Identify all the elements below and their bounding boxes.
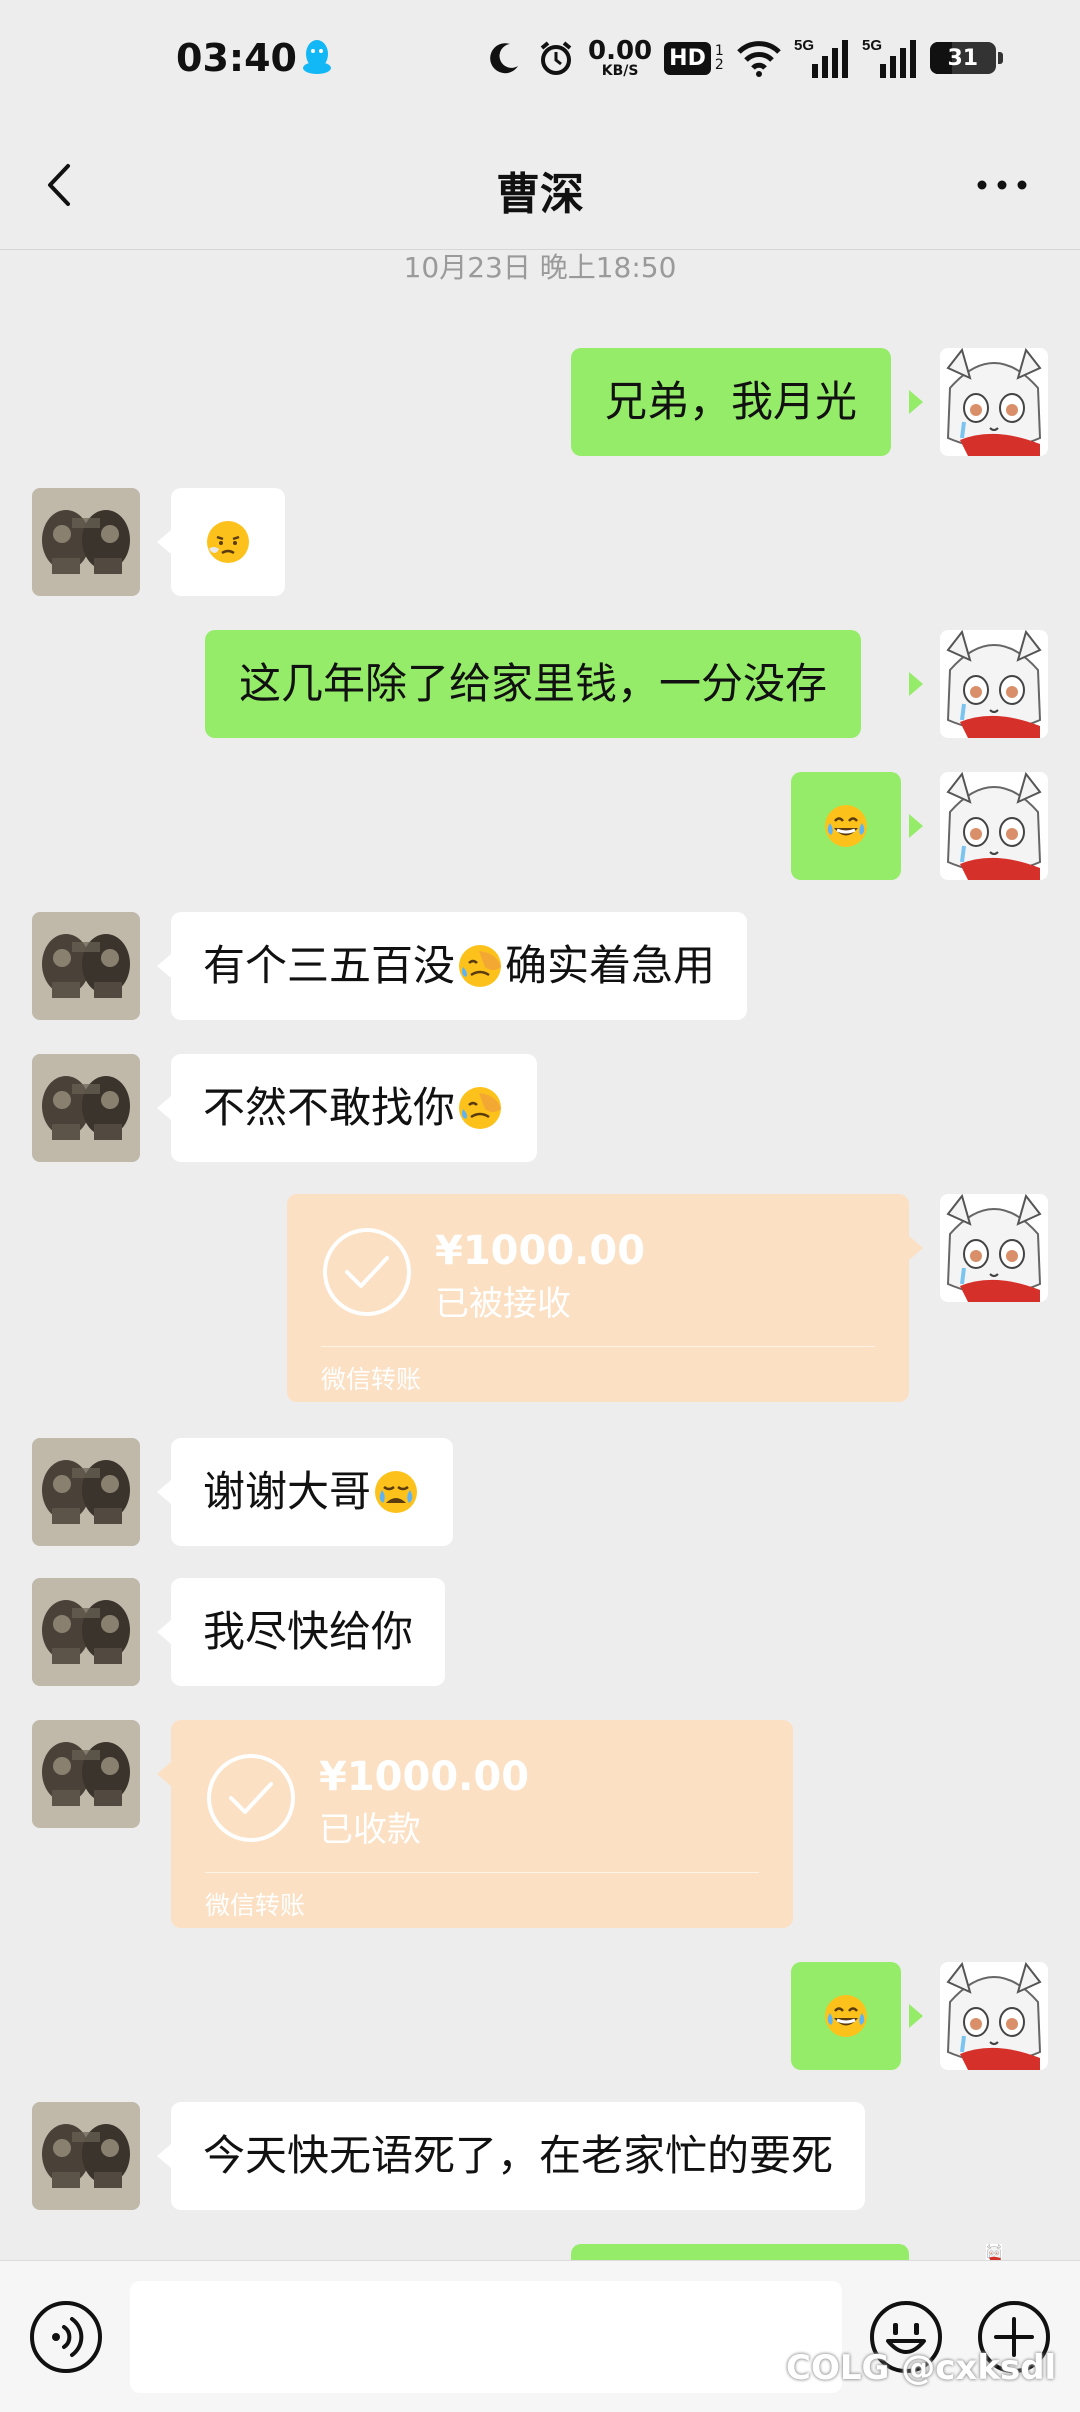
facepalm-emoji-icon: [457, 1085, 503, 1131]
contact-avatar[interactable]: [32, 1054, 140, 1162]
sad-face-emoji-icon: [205, 519, 251, 565]
network-speed-value: 0.00: [588, 36, 653, 66]
message-bubble-sent-partial[interactable]: [571, 2244, 909, 2260]
wechat-transfer-card-sent[interactable]: ¥1000.00 已被接收 微信转账: [287, 1194, 909, 1402]
tears-of-joy-emoji-icon: [823, 803, 869, 849]
qq-notification-icon: [303, 40, 331, 74]
message-bubble-sent[interactable]: 这几年除了给家里钱，一分没存: [205, 630, 862, 738]
message-timestamp: 10月23日 晚上18:50: [403, 251, 677, 284]
status-time: 03:40: [176, 36, 297, 80]
wifi-icon: [736, 41, 781, 77]
chat-title: 曹深: [496, 169, 584, 220]
transfer-label: 微信转账: [205, 1891, 306, 1920]
contact-avatar[interactable]: [32, 1578, 140, 1686]
network-speed: 0.00 KB/S: [588, 38, 652, 78]
transfer-check-icon: [323, 1228, 411, 1316]
contact-avatar[interactable]: [32, 1720, 140, 1828]
tears-of-joy-emoji-icon: [823, 1993, 869, 2039]
message-text: 确实着急用: [505, 941, 716, 990]
signal-5g-1-icon: 5G: [794, 37, 848, 78]
message-input[interactable]: [130, 2281, 842, 2393]
my-avatar[interactable]: [940, 348, 1048, 456]
hd-voice-badge: HD: [664, 41, 711, 75]
battery-level: 31: [947, 45, 979, 71]
message-bubble-received[interactable]: 有个三五百没 确实着急用: [171, 912, 748, 1020]
watermark-text: COLG @cxksdl: [786, 2348, 1057, 2388]
contact-avatar[interactable]: [32, 2102, 140, 2210]
message-bubble-received[interactable]: 我尽快给你: [171, 1578, 446, 1686]
transfer-label: 微信转账: [321, 1365, 422, 1394]
contact-avatar[interactable]: [32, 488, 140, 596]
wechat-transfer-card-received[interactable]: ¥1000.00 已收款 微信转账: [171, 1720, 793, 1928]
transfer-check-icon: [207, 1754, 295, 1842]
message-text: 兄弟，我月光: [605, 377, 858, 426]
svg-text:5G: 5G: [794, 37, 814, 54]
network-speed-unit: KB/S: [601, 63, 639, 79]
status-bar: 03:40 0.00 KB/S HD 1 2 5G 5G 31: [0, 0, 1080, 120]
message-bubble-sent[interactable]: [791, 772, 901, 880]
contact-avatar[interactable]: [32, 912, 140, 1020]
battery-icon: 31: [929, 42, 1003, 74]
chat-input-bar: [0, 2260, 1080, 2412]
message-bubble-received[interactable]: 谢谢大哥: [171, 1438, 454, 1546]
message-text: 今天快无语死了，在老家忙的要死: [203, 2131, 834, 2180]
message-text: 不然不敢找你: [203, 1083, 456, 1132]
do-not-disturb-moon-icon: [490, 43, 518, 74]
more-options-icon[interactable]: [972, 160, 1032, 210]
svg-text:5G: 5G: [862, 37, 882, 54]
transfer-status: 已被接收: [435, 1284, 571, 1324]
message-text: 这几年除了给家里钱，一分没存: [239, 659, 828, 708]
my-avatar[interactable]: [940, 630, 1048, 738]
message-bubble-sent[interactable]: 兄弟，我月光: [571, 348, 892, 456]
chat-header: 曹深: [0, 120, 1080, 250]
alarm-clock-icon: [540, 41, 572, 75]
status-icons: 0.00 KB/S HD 1 2 5G 5G 31: [484, 34, 1003, 82]
my-avatar[interactable]: [940, 1962, 1048, 2070]
my-avatar[interactable]: [940, 2244, 1048, 2260]
crying-face-emoji-icon: [373, 1469, 419, 1515]
message-bubble-received[interactable]: [171, 488, 285, 596]
my-avatar[interactable]: [940, 1194, 1048, 1302]
message-text: 我尽快给你: [203, 1607, 414, 1656]
my-avatar[interactable]: [940, 772, 1048, 880]
contact-avatar[interactable]: [32, 1438, 140, 1546]
hd-sim-bottom: 2: [714, 57, 724, 73]
transfer-amount: ¥1000.00: [435, 1228, 646, 1274]
message-text: 谢谢大哥: [203, 1467, 372, 1516]
facepalm-emoji-icon: [457, 943, 503, 989]
message-bubble-received[interactable]: 今天快无语死了，在老家忙的要死: [171, 2102, 866, 2210]
message-bubble-received[interactable]: 不然不敢找你: [171, 1054, 538, 1162]
message-text: 有个三五百没: [203, 941, 456, 990]
transfer-status: 已收款: [319, 1810, 421, 1850]
voice-input-icon[interactable]: [28, 2299, 104, 2375]
hd-sim-index: 1 2: [715, 44, 724, 72]
hd-sim-top: 1: [714, 43, 724, 59]
transfer-amount: ¥1000.00: [319, 1754, 530, 1800]
signal-5g-2-icon: 5G: [862, 37, 916, 78]
message-bubble-sent[interactable]: [791, 1962, 901, 2070]
